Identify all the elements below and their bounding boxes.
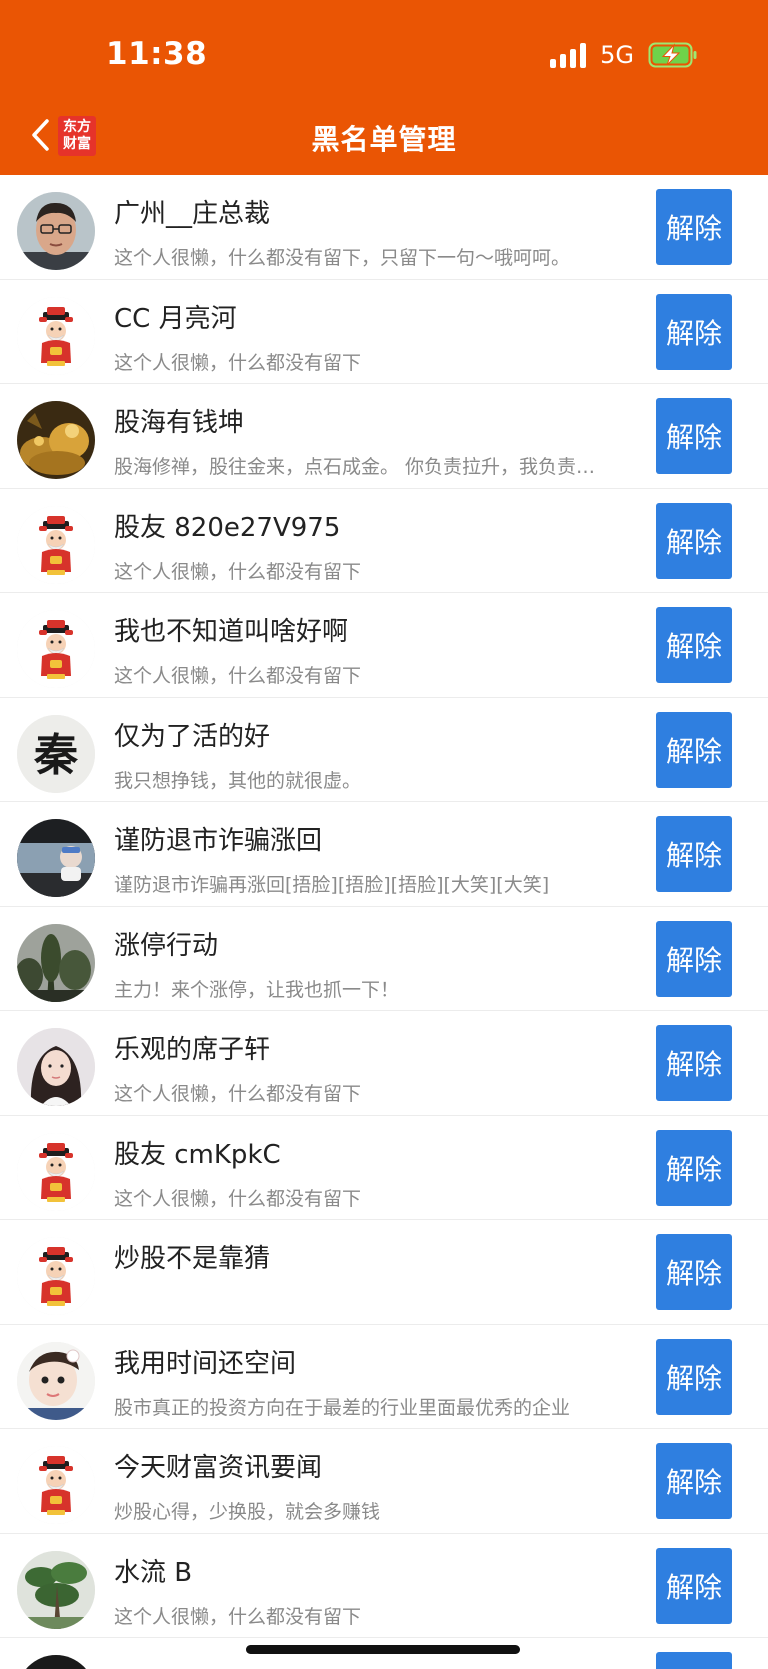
user-bio: 这个人很懒，什么都没有留下	[114, 1083, 362, 1105]
unblock-button[interactable]: 解除	[656, 920, 732, 997]
unblock-button[interactable]: 解除	[656, 1652, 732, 1669]
avatar[interactable]	[17, 1237, 95, 1315]
list-item[interactable]: 我用时间还空间股市真正的投资方向在于最差的行业里面最优秀的企业 解除	[0, 1325, 768, 1429]
user-name[interactable]: 仅为了活的好	[114, 716, 270, 753]
unblock-button[interactable]: 解除	[656, 711, 732, 788]
page-title: 黑名单管理	[311, 123, 457, 156]
user-bio: 这个人很懒，什么都没有留下	[114, 351, 362, 374]
list-item[interactable]: 广州__庄总裁这个人很懒，什么都没有留下，只留下一句～哦呵呵。 解除	[0, 175, 768, 280]
user-name[interactable]: 广州__庄总裁	[114, 193, 270, 230]
user-bio: 这个人很懒，什么都没有留下	[114, 665, 362, 687]
avatar[interactable]	[17, 192, 95, 270]
unblock-button[interactable]: 解除	[656, 816, 732, 892]
user-name[interactable]: 今天财富资讯要闻	[114, 1447, 322, 1484]
network-type: 5G	[600, 41, 634, 69]
avatar[interactable]	[17, 819, 95, 897]
user-name[interactable]: 我用时间还空间	[114, 1343, 296, 1380]
unblock-button[interactable]: 解除	[656, 293, 732, 370]
avatar[interactable]	[17, 1341, 95, 1420]
unblock-button[interactable]: 解除	[656, 398, 732, 474]
avatar[interactable]	[17, 1132, 95, 1211]
status-time: 11:38	[106, 36, 208, 72]
list-item[interactable]: 乐观的席子轩这个人很懒，什么都没有留下 解除	[0, 1011, 768, 1116]
user-name[interactable]: 水流 B	[114, 1552, 192, 1589]
user-bio: 股海修禅，股往金来，点石成金。 你负责拉升，我负责…	[114, 456, 596, 478]
avatar[interactable]	[17, 610, 95, 688]
unblock-button[interactable]: 解除	[656, 607, 732, 683]
user-name[interactable]: 我也不知道叫啥好啊	[114, 611, 348, 648]
unblock-button[interactable]: 解除	[656, 1234, 732, 1310]
user-bio: 我只想挣钱，其他的就很虚。	[114, 769, 362, 792]
header: 11:38 5G 东方 财富 黑名单管理	[0, 0, 768, 175]
list-item[interactable]: CC 月亮河这个人很懒，什么都没有留下 解除	[0, 280, 768, 384]
avatar[interactable]: 秦	[17, 714, 95, 793]
unblock-button[interactable]: 解除	[656, 502, 732, 579]
user-name[interactable]: 股友 cmKpkC	[114, 1134, 281, 1171]
user-bio: 这个人很懒，什么都没有留下	[114, 560, 362, 583]
list-item[interactable]: 秦 仅为了活的好我只想挣钱，其他的就很虚。 解除	[0, 698, 768, 802]
user-name[interactable]: 乐观的席子轩	[114, 1029, 270, 1066]
user-bio: 这个人很懒，什么都没有留下	[114, 1187, 362, 1210]
unblock-button[interactable]: 解除	[656, 1338, 732, 1415]
list-item[interactable]: 股海有钱坤股海修禅，股往金来，点石成金。 你负责拉升，我负责… 解除	[0, 384, 768, 489]
blacklist-screen: 11:38 5G 东方 财富 黑名单管理 广州__庄总裁 这个人很懒，什么都没有…	[0, 0, 768, 1669]
user-name[interactable]: 谨防退市诈骗涨回	[114, 820, 322, 857]
user-bio: 主力！来个涨停，让我也抓一下！	[114, 978, 400, 1001]
user-bio: 这个人很懒，什么都没有留下	[114, 1605, 362, 1628]
avatar[interactable]	[17, 1446, 95, 1524]
user-bio: 炒股心得，少换股，就会多赚钱	[114, 1501, 381, 1523]
status-indicators: 5G	[550, 40, 698, 70]
battery-charging-icon	[648, 42, 698, 68]
list-item[interactable]: 今天财富资讯要闻炒股心得，少换股，就会多赚钱 解除	[0, 1429, 768, 1534]
user-name[interactable]: 股海有钱坤	[114, 402, 244, 439]
user-bio: 股市真正的投资方向在于最差的行业里面最优秀的企业	[114, 1396, 571, 1419]
avatar[interactable]	[17, 1655, 95, 1669]
unblock-button[interactable]: 解除	[656, 1025, 732, 1101]
list-item[interactable]: 涨停行动主力！来个涨停，让我也抓一下！ 解除	[0, 907, 768, 1011]
avatar[interactable]	[17, 296, 95, 375]
user-name[interactable]: CC 月亮河	[114, 298, 237, 335]
unblock-button[interactable]: 解除	[656, 189, 732, 265]
signal-icon	[550, 42, 587, 68]
user-bio: 谨防退市诈骗再涨回[捂脸][捂脸][捂脸][大笑][大笑]	[114, 874, 550, 896]
unblock-button[interactable]: 解除	[656, 1547, 732, 1624]
user-bio: 这个人很懒，什么都没有留下，只留下一句～哦呵呵。	[114, 247, 571, 269]
svg-text:秦: 秦	[33, 730, 79, 781]
unblock-button[interactable]: 解除	[656, 1443, 732, 1519]
home-indicator	[246, 1645, 520, 1654]
user-name[interactable]: 股友 820e27V975	[114, 507, 340, 544]
avatar[interactable]	[17, 401, 95, 479]
unblock-button[interactable]: 解除	[656, 1129, 732, 1206]
avatar[interactable]	[17, 505, 95, 584]
avatar[interactable]	[17, 1028, 95, 1106]
blacklist: 广州__庄总裁 这个人很懒，什么都没有留下，只留下一句～哦呵呵。 解除 CC 月亮河…	[0, 175, 768, 1669]
user-name[interactable]: 炒股不是靠猜	[114, 1238, 270, 1275]
list-item[interactable]: 水流 B 这个人很懒，什么都没有留下 解除	[0, 1534, 768, 1638]
list-item[interactable]: 股友 cmKpkC 这个人很懒，什么都没有留下 解除	[0, 1116, 768, 1220]
avatar[interactable]	[17, 923, 95, 1002]
list-item[interactable]: 炒股不是靠猜 解除	[0, 1220, 768, 1325]
avatar[interactable]	[17, 1550, 95, 1629]
user-name[interactable]: 涨停行动	[114, 925, 218, 962]
list-item[interactable]: 股友 820e27V975 这个人很懒，什么都没有留下 解除	[0, 489, 768, 593]
list-item[interactable]: 谨防退市诈骗涨回谨防退市诈骗再涨回[捂脸][捂脸][捂脸][大笑][大笑] 解除	[0, 802, 768, 907]
list-item[interactable]: 我也不知道叫啥好啊这个人很懒，什么都没有留下 解除	[0, 593, 768, 698]
